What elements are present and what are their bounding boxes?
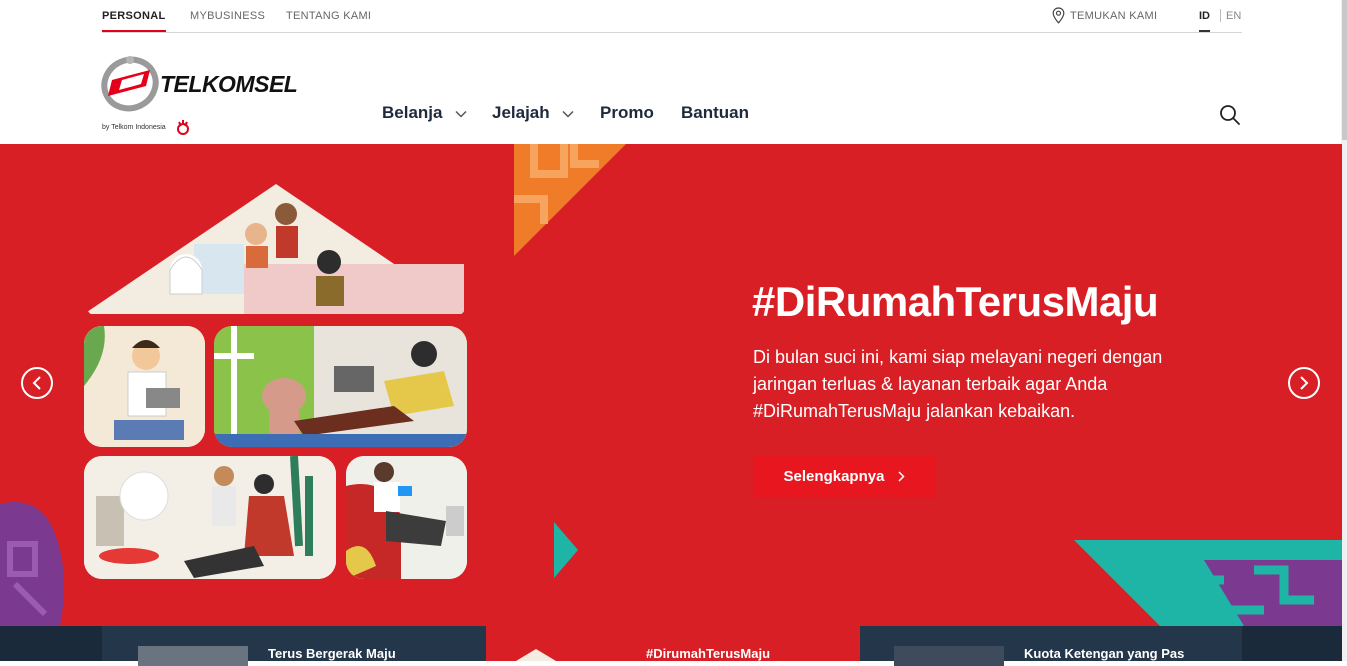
segment-tentang-kami[interactable]: TENTANG KAMI: [286, 10, 371, 22]
chevron-left-icon: [32, 376, 41, 390]
search-icon[interactable]: [1219, 104, 1241, 126]
carousel-card-title: Terus Bergerak Maju: [268, 646, 396, 661]
carousel-card-title: Kuota Ketengan yang Pas: [1024, 646, 1185, 661]
cta-label: Selengkapnya: [783, 468, 885, 485]
illustration-family-gathering: [84, 456, 336, 579]
carousel-card-2[interactable]: #DirumahTerusMaju: [486, 626, 860, 661]
nav-bantuan[interactable]: Bantuan: [681, 103, 749, 123]
language-id[interactable]: ID: [1199, 10, 1210, 32]
segment-mybusiness[interactable]: MYBUSINESS: [190, 10, 265, 22]
carousel-next-button[interactable]: [1288, 367, 1320, 399]
illustration-family-roof: [84, 184, 468, 314]
teal-triangle-decoration: [554, 522, 578, 578]
nav-jelajah[interactable]: Jelajah: [492, 103, 574, 123]
carousel-card-1[interactable]: Terus Bergerak Maju: [102, 626, 486, 666]
illustration-woman-laptop: [214, 326, 467, 447]
nav-belanja[interactable]: Belanja: [382, 103, 467, 123]
selengkapnya-button[interactable]: Selengkapnya: [753, 455, 936, 498]
location-pin-icon: [1052, 7, 1065, 24]
hero-title: #DiRumahTerusMaju: [752, 278, 1159, 325]
telkomsel-logo-mark: [101, 56, 159, 112]
telkom-indonesia-icon: [177, 120, 189, 135]
nav-belanja-label: Belanja: [382, 103, 443, 122]
telkomsel-logo[interactable]: TELKOMSEL by Telkom Indonesia: [100, 54, 298, 138]
chevron-down-icon: [455, 110, 467, 118]
hero-description: Di bulan suci ini, kami siap melayani ne…: [753, 347, 1163, 421]
illustration-man-sofa: [346, 456, 467, 579]
scrollbar-thumb[interactable]: [1342, 0, 1347, 140]
language-en[interactable]: EN: [1226, 10, 1241, 22]
brand-wordmark: TELKOMSEL: [160, 71, 298, 97]
illustration-boy-tablet: [84, 326, 205, 447]
orange-pattern-decoration: [514, 144, 626, 256]
language-divider: [1220, 9, 1221, 22]
teal-pattern-decoration: [1074, 540, 1342, 626]
chevron-right-icon: [1300, 376, 1309, 390]
top-utility-bar: PERSONAL MYBUSINESS TENTANG KAMI TEMUKAN…: [102, 0, 1242, 33]
carousel-card-thumbnail: [894, 646, 1004, 666]
carousel-thumbnail-strip: Terus Bergerak Maju #DirumahTerusMaju Ku…: [0, 626, 1342, 666]
store-locator-label: TEMUKAN KAMI: [1070, 9, 1158, 22]
nav-promo[interactable]: Promo: [600, 103, 654, 123]
brand-tagline: by Telkom Indonesia: [102, 124, 166, 131]
nav-jelajah-label: Jelajah: [492, 103, 550, 122]
segment-personal[interactable]: PERSONAL: [102, 10, 166, 32]
purple-pattern-decoration: [0, 502, 64, 626]
carousel-card-title: #DirumahTerusMaju: [646, 646, 771, 661]
carousel-prev-button[interactable]: [21, 367, 53, 399]
store-locator-link[interactable]: TEMUKAN KAMI: [1052, 7, 1157, 24]
chevron-down-icon: [562, 110, 574, 118]
hero-banner: #DiRumahTerusMaju Di bulan suci ini, kam…: [0, 144, 1342, 626]
carousel-card-3[interactable]: Kuota Ketengan yang Pas: [860, 626, 1242, 666]
carousel-card-thumbnail: [516, 649, 556, 661]
chevron-right-icon: [898, 471, 905, 482]
carousel-card-thumbnail: [138, 646, 248, 666]
